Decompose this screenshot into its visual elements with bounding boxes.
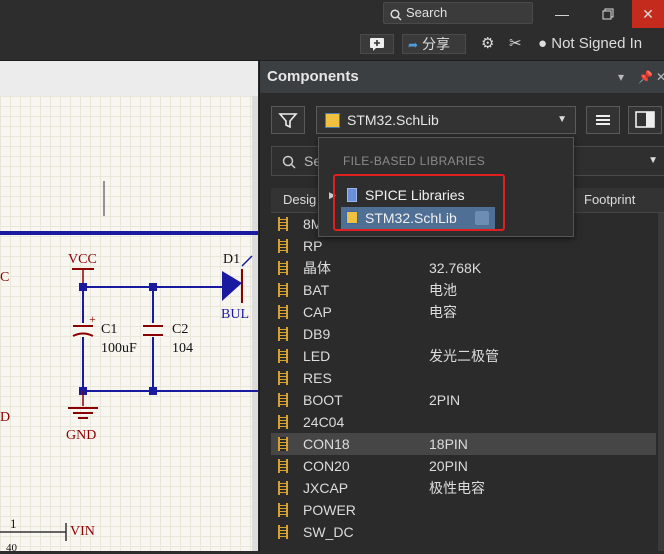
library-selector[interactable]: STM32.SchLib ▼	[316, 106, 576, 134]
panel-menu-icon[interactable]: ▾	[618, 61, 624, 93]
list-scrollbar[interactable]	[658, 213, 664, 551]
tools-icon: ✂	[509, 35, 522, 52]
settings-button[interactable]: ⚙	[481, 34, 494, 54]
component-icon	[278, 525, 288, 539]
vin-label: VIN	[70, 524, 95, 539]
comment-plus-icon	[370, 38, 384, 51]
user-icon: ●	[538, 35, 548, 52]
list-item[interactable]: CON20 20PIN	[271, 455, 656, 477]
component-icon	[278, 371, 288, 385]
user-status-label: Not Signed In	[551, 35, 643, 52]
component-icon	[278, 261, 288, 275]
filter-button[interactable]	[271, 106, 305, 134]
list-item[interactable]: JXCAP 极性电容	[271, 477, 656, 499]
pin-icon[interactable]: 📌	[638, 61, 653, 93]
list-item[interactable]: 24C04	[271, 411, 656, 433]
components-panel: Components ▾ 📌 ✕ STM32.SchLib ▼ Se ▼ Des…	[259, 61, 664, 551]
list-item[interactable]: BOOT 2PIN	[271, 389, 656, 411]
d1-ref: D1	[223, 252, 241, 267]
title-bar: Search — ✕	[0, 0, 664, 28]
list-item[interactable]: RES	[271, 367, 656, 389]
toggle-preview-button[interactable]	[628, 106, 662, 134]
net-label-c: C	[0, 270, 10, 285]
pin-number-40: 40	[6, 542, 17, 554]
gnd-label: GND	[66, 428, 97, 443]
c1-value: 100uF	[101, 341, 137, 356]
minimize-icon: —	[555, 6, 569, 22]
global-search-label: Search	[406, 5, 448, 20]
main-toolbar: ➦ 分享 ⚙ ✂ ● Not Signed In	[0, 28, 664, 61]
panel-close-icon[interactable]: ✕	[656, 61, 664, 93]
expand-arrow-icon: ▶	[329, 190, 336, 200]
list-item[interactable]: POWER	[271, 499, 656, 521]
c2-ref: C2	[172, 322, 189, 337]
library-selected-label: STM32.SchLib	[347, 112, 439, 128]
component-icon	[278, 349, 288, 363]
close-icon: ✕	[642, 6, 654, 22]
dropdown-section-header: FILE-BASED LIBRARIES	[343, 154, 486, 168]
panel-title: Components	[267, 68, 359, 85]
chevron-down-icon: ▼	[648, 155, 658, 166]
library-dropdown: FILE-BASED LIBRARIES ▶ SPICE Libraries S…	[318, 137, 574, 237]
c1-plus: +	[89, 312, 96, 326]
component-icon	[278, 503, 288, 517]
chevron-down-icon: ▼	[557, 114, 567, 125]
schlib-icon	[325, 113, 340, 128]
net-label-d: D	[0, 410, 11, 425]
tools-button[interactable]: ✂	[509, 34, 522, 54]
panel-title-bar: Components ▾ 📌 ✕	[260, 61, 664, 93]
component-icon	[278, 415, 288, 429]
schlib-icon	[346, 211, 358, 224]
schematic-wires	[0, 181, 258, 541]
component-icon	[278, 239, 288, 253]
component-icon	[278, 437, 288, 451]
share-label: 分享	[421, 36, 450, 52]
c2-value: 104	[172, 341, 193, 356]
add-comment-button[interactable]	[360, 34, 394, 54]
list-item[interactable]: BAT 电池	[271, 279, 656, 301]
list-item[interactable]: LED 发光二极管	[271, 345, 656, 367]
dropdown-item-label: SPICE Libraries	[365, 187, 465, 203]
component-icon	[278, 305, 288, 319]
restore-button[interactable]	[586, 0, 630, 28]
pin-number-1: 1	[10, 516, 17, 531]
global-search-box[interactable]: Search	[383, 2, 533, 24]
component-icon	[278, 327, 288, 341]
list-item-selected[interactable]: CON18 18PIN	[271, 433, 656, 455]
minimize-button[interactable]: —	[540, 0, 584, 28]
share-icon: ➦	[408, 38, 419, 52]
component-icon	[278, 283, 288, 297]
c1-ref: C1	[101, 322, 118, 337]
dropdown-item-label: STM32.SchLib	[365, 210, 457, 226]
d1-value: BUL	[221, 307, 249, 322]
list-item[interactable]: CAP 电容	[271, 301, 656, 323]
restore-icon	[602, 8, 614, 20]
search-icon	[282, 155, 296, 169]
column-header-design[interactable]: Desig	[283, 188, 316, 212]
gear-icon: ⚙	[481, 35, 495, 52]
list-item[interactable]: 晶体 32.768K	[271, 257, 656, 279]
search-icon	[390, 7, 402, 27]
pin-icon[interactable]	[475, 211, 489, 225]
user-menu[interactable]: ● Not Signed In	[538, 34, 642, 54]
panel-menu-button[interactable]	[586, 106, 620, 134]
close-button[interactable]: ✕	[632, 0, 664, 28]
list-item[interactable]: RP	[271, 235, 656, 257]
component-icon	[278, 217, 288, 231]
library-icon	[347, 188, 357, 202]
component-list: 8M RP 晶体 32.768K BAT 电池 CAP 电容 DB9 LED 发光二极管…	[271, 213, 656, 543]
list-item[interactable]: SW_DC	[271, 521, 656, 543]
component-icon	[278, 393, 288, 407]
list-item[interactable]: DB9	[271, 323, 656, 345]
vcc-label: VCC	[68, 252, 97, 267]
split-pane-icon	[635, 111, 655, 128]
dropdown-item-stm32-schlib[interactable]: STM32.SchLib	[341, 207, 495, 229]
component-icon	[278, 459, 288, 473]
share-button[interactable]: ➦ 分享	[402, 34, 466, 54]
hamburger-icon	[596, 115, 610, 125]
component-icon	[278, 481, 288, 495]
column-header-footprint[interactable]: Footprint	[584, 188, 635, 212]
filter-icon	[278, 113, 298, 129]
dropdown-item-spice-libraries[interactable]: ▶ SPICE Libraries	[329, 184, 501, 206]
